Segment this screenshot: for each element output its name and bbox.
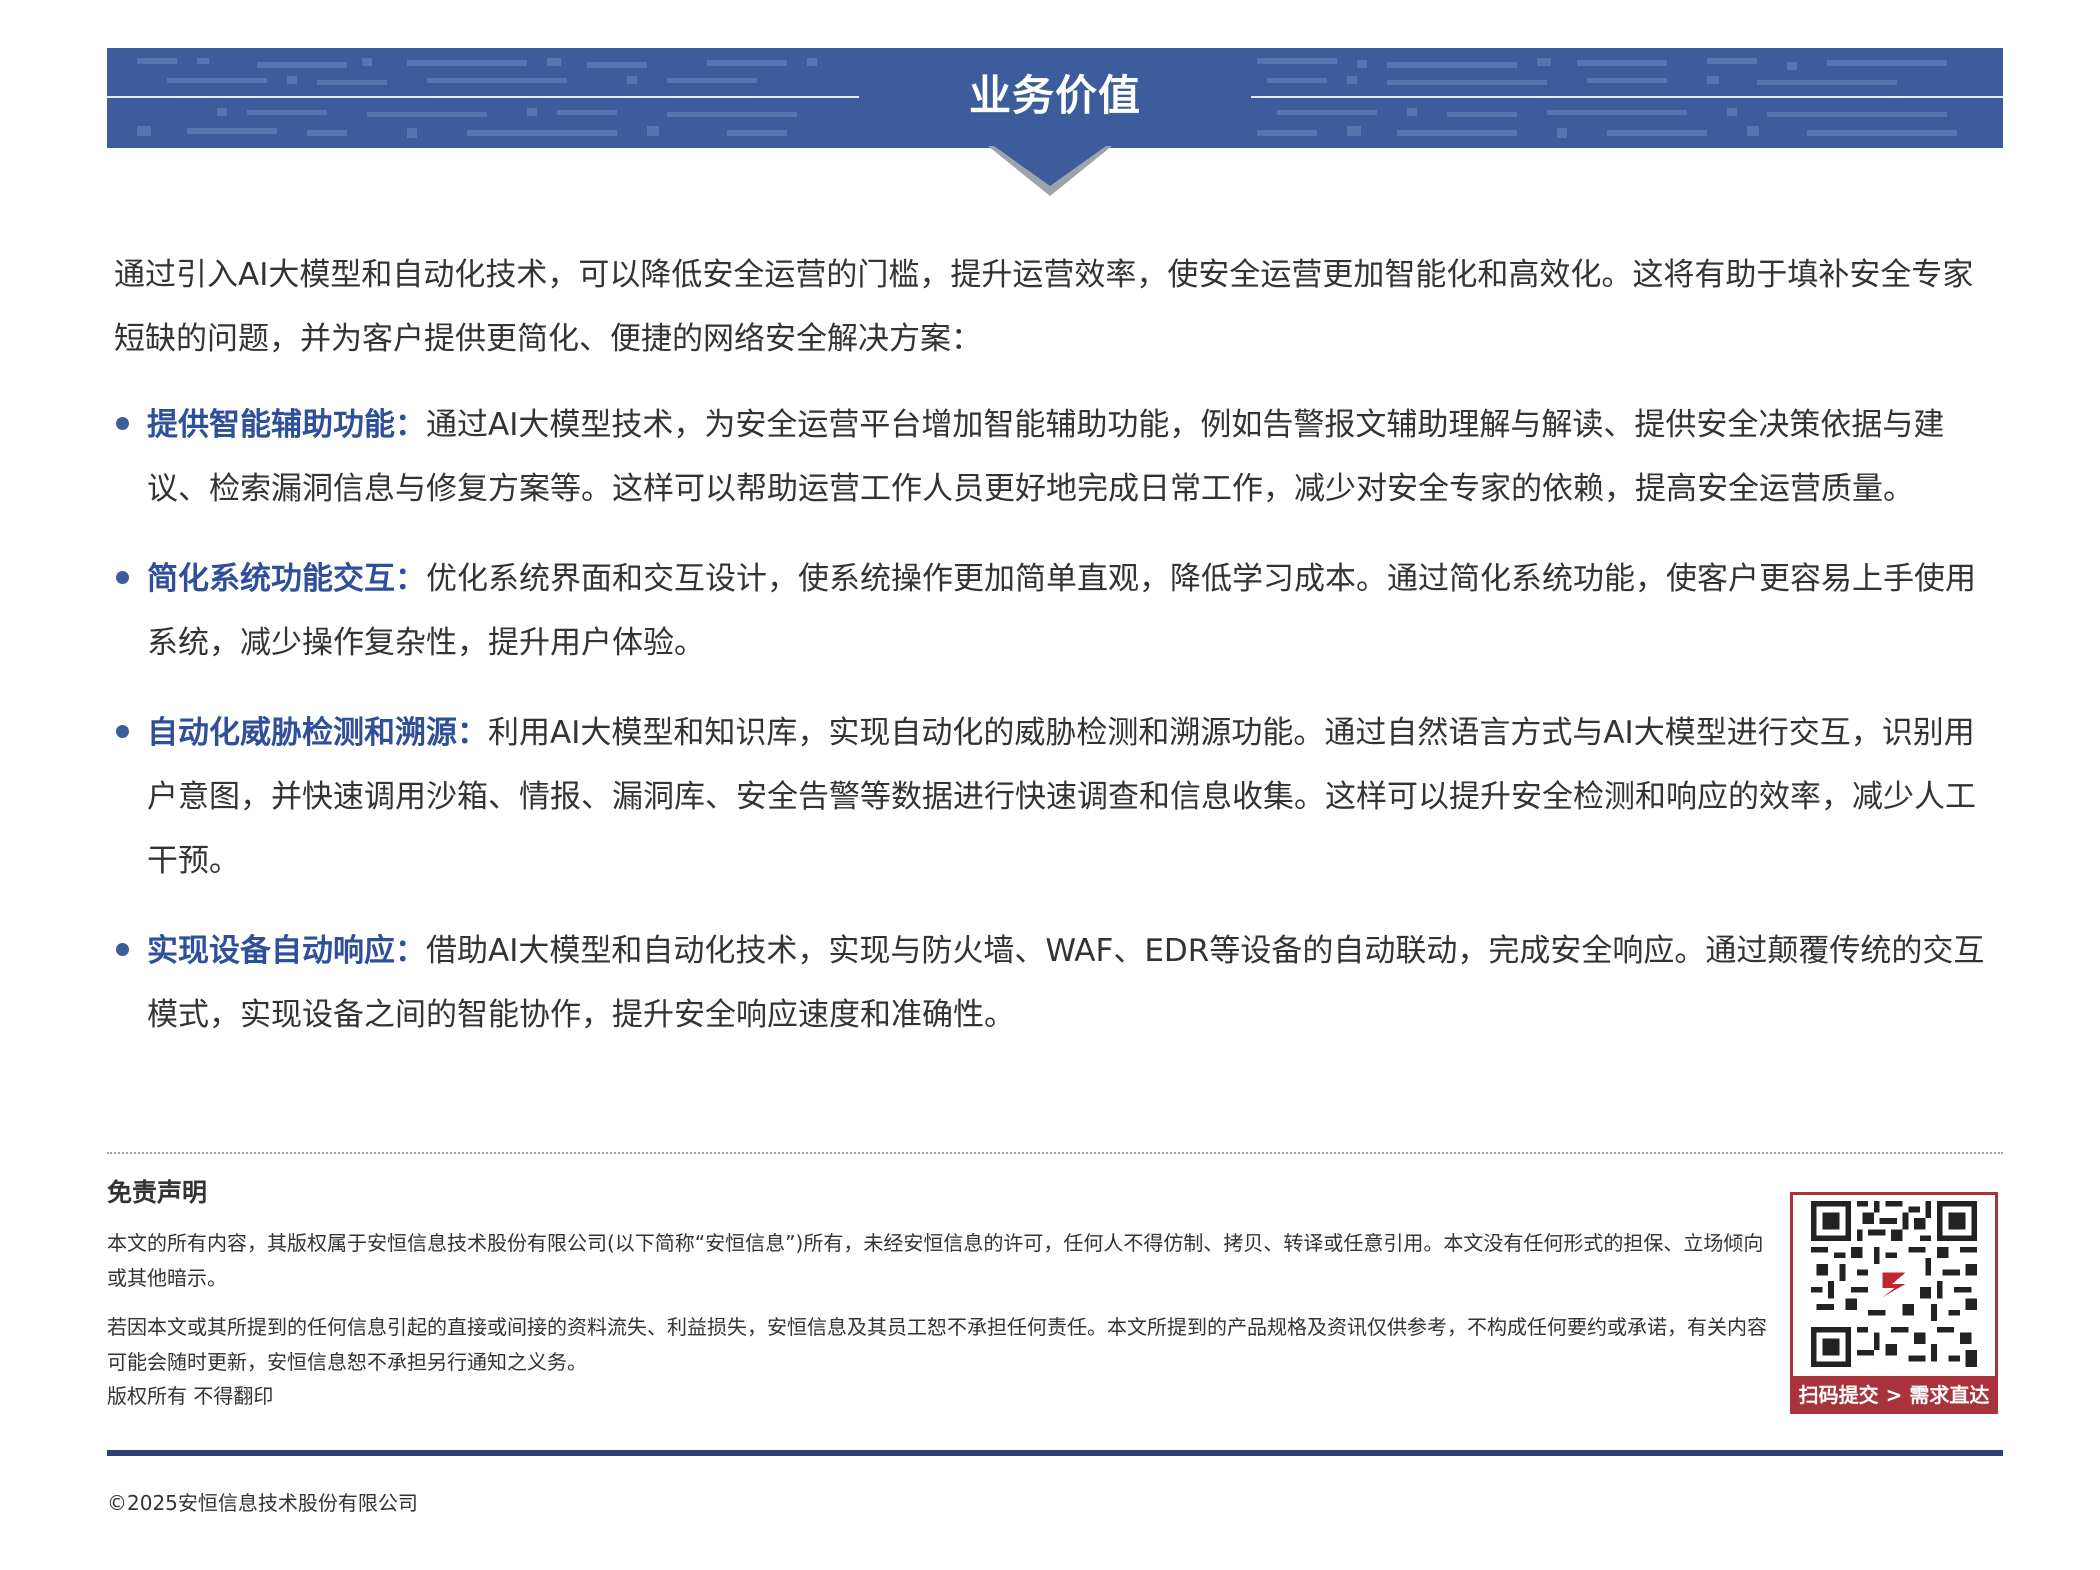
rights-notice: 版权所有 不得翻印 [107,1384,274,1408]
list-item-title: 提供智能辅助功能： [147,407,426,443]
list-item-title: 简化系统功能交互： [147,561,426,597]
list-item: 简化系统功能交互：优化系统界面和交互设计，使系统操作更加简单直观，降低学习成本。… [114,547,2004,675]
bullet-dot-icon [116,571,129,584]
list-item-title: 实现设备自动响应： [147,933,426,969]
qr-caption: 扫码提交 > 需求直达 [1790,1376,1998,1414]
bullet-dot-icon [116,943,129,956]
value-list: 提供智能辅助功能：通过AI大模型技术，为安全运营平台增加智能辅助功能，例如告警报… [114,393,2004,1073]
section-header-banner: 业务价值 [107,48,2003,148]
footer-divider [107,1450,2003,1456]
copyright-text: ©2025安恒信息技术股份有限公司 [107,1491,418,1515]
list-item-title: 自动化威胁检测和溯源： [147,715,488,751]
qr-code-icon [1811,1201,1977,1367]
list-item: 实现设备自动响应：借助AI大模型和自动化技术，实现与防火墙、WAF、EDR等设备… [114,919,2004,1047]
disclaimer-title: 免责声明 [107,1178,208,1207]
disclaimer-paragraph: 若因本文或其所提到的任何信息引起的直接或间接的资料流失、利益损失，安恒信息及其员… [107,1315,1767,1374]
disclaimer-divider [107,1152,2003,1154]
disclaimer-paragraph: 本文的所有内容，其版权属于安恒信息技术股份有限公司(以下简称“安恒信息”)所有，… [107,1231,1764,1290]
intro-paragraph: 通过引入AI大模型和自动化技术，可以降低安全运营的门槛，提升运营效率，使安全运营… [114,257,1974,357]
bullet-dot-icon [116,725,129,738]
banner-pointer-arrow [988,146,1112,196]
bullet-dot-icon [116,417,129,430]
section-title: 业务价值 [968,71,1141,120]
list-item: 提供智能辅助功能：通过AI大模型技术，为安全运营平台增加智能辅助功能，例如告警报… [114,393,2004,521]
list-item: 自动化威胁检测和溯源：利用AI大模型和知识库，实现自动化的威胁检测和溯源功能。通… [114,701,2004,893]
qr-code-card[interactable]: 扫码提交 > 需求直达 [1790,1192,1998,1414]
